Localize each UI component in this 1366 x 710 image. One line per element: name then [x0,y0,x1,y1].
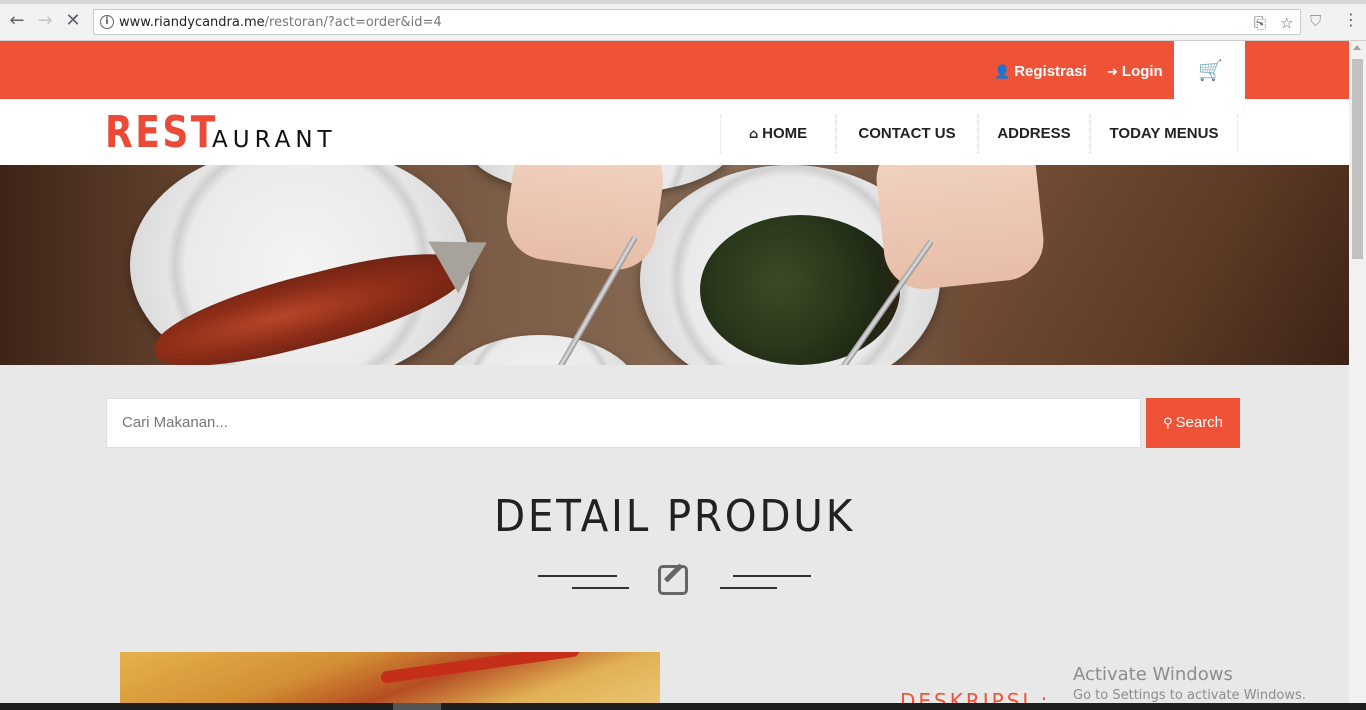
nav-item-label: CONTACT US [858,125,956,142]
search-button[interactable]: ⚲ Search [1146,398,1240,448]
url-text[interactable]: www.riandycandra.me/restoran/?act=order&… [119,15,442,30]
home-icon: ⌂ [748,127,759,142]
watermark-line2: Go to Settings to activate Windows. [1073,688,1306,703]
watermark-line1: Activate Windows [1073,664,1233,685]
translate-icon[interactable]: ⎘ [1254,14,1266,32]
nav-item-today-menus[interactable]: TODAY MENUS [1090,115,1238,153]
stop-button[interactable]: ✕ [64,12,82,30]
divider-line [733,575,811,577]
cart-icon: 🛒 [1198,58,1223,82]
hero-plate-small [440,335,640,365]
nav-item-home[interactable]: ⌂ HOME [720,115,836,153]
product-image [120,652,660,710]
url-host: www.riandycandra.me [119,15,265,30]
edit-icon [658,565,688,595]
logo-rest[interactable]: REST [105,107,218,158]
search-button-label: Search [1175,414,1224,431]
hero-greens [700,215,900,365]
page-scrollbar[interactable] [1349,41,1366,710]
nav-item-label: TODAY MENUS [1109,125,1219,142]
divider-line [572,587,629,589]
product-chili [380,652,580,684]
search-input[interactable]: Cari Makanan... [106,398,1141,448]
registrasi-label: Registrasi [1014,63,1087,80]
search-icon: ⚲ [1162,416,1173,431]
address-bar[interactable]: i www.riandycandra.me/restoran/?act=orde… [93,9,1301,35]
taskbar [0,703,1366,710]
scrollbar-thumb[interactable] [1352,59,1363,259]
hero-banner-image [0,165,1349,365]
login-label: Login [1121,63,1163,80]
sign-in-icon: ➜ [1107,65,1118,80]
activate-windows-watermark: Activate Windows Go to Settings to activ… [1073,664,1306,703]
nav-item-address[interactable]: ADDRESS [978,115,1090,153]
registrasi-link[interactable]: 👤 Registrasi [994,63,1087,80]
forward-button[interactable]: → [36,12,54,30]
shield-extension-icon[interactable]: ⛉ [1310,12,1326,30]
nav-item-contact-us[interactable]: CONTACT US [836,115,978,153]
nav-item-label: HOME [762,125,808,142]
browser-toolbar: ← → ✕ i www.riandycandra.me/restoran/?ac… [0,0,1366,41]
hero-hand-left [501,165,669,275]
page-viewport: 👤 Registrasi ➜ Login 🛒 REST AURANT ⌂ HOME C… [0,41,1349,710]
top-bar: 👤 Registrasi ➜ Login 🛒 [0,41,1349,99]
star-icon[interactable]: ☆ [1280,14,1293,32]
back-button[interactable]: ← [8,12,26,30]
hero-hand-right [872,165,1048,293]
login-link[interactable]: ➜ Login [1107,63,1163,80]
divider-line [538,575,617,577]
user-plus-icon: 👤 [994,65,1011,80]
main-menu: ⌂ HOME CONTACT US ADDRESS TODAY MENUS [720,115,1238,153]
main-navbar: REST AURANT ⌂ HOME CONTACT US ADDRESS TOD… [0,99,1349,165]
info-icon[interactable]: i [100,15,114,29]
section-title: DETAIL PRODUK [493,491,856,542]
taskbar-active-item[interactable] [393,703,441,710]
tab-strip [0,0,1366,4]
kebab-menu-icon[interactable]: ⋮ [1343,10,1359,29]
nav-item-label: ADDRESS [997,125,1071,142]
divider-line [720,587,777,589]
scroll-up-icon[interactable] [1353,45,1361,50]
logo-aurant[interactable]: AURANT [212,127,337,153]
url-path: /restoran/?act=order&id=4 [264,15,442,30]
cart-button[interactable]: 🛒 [1174,41,1245,99]
